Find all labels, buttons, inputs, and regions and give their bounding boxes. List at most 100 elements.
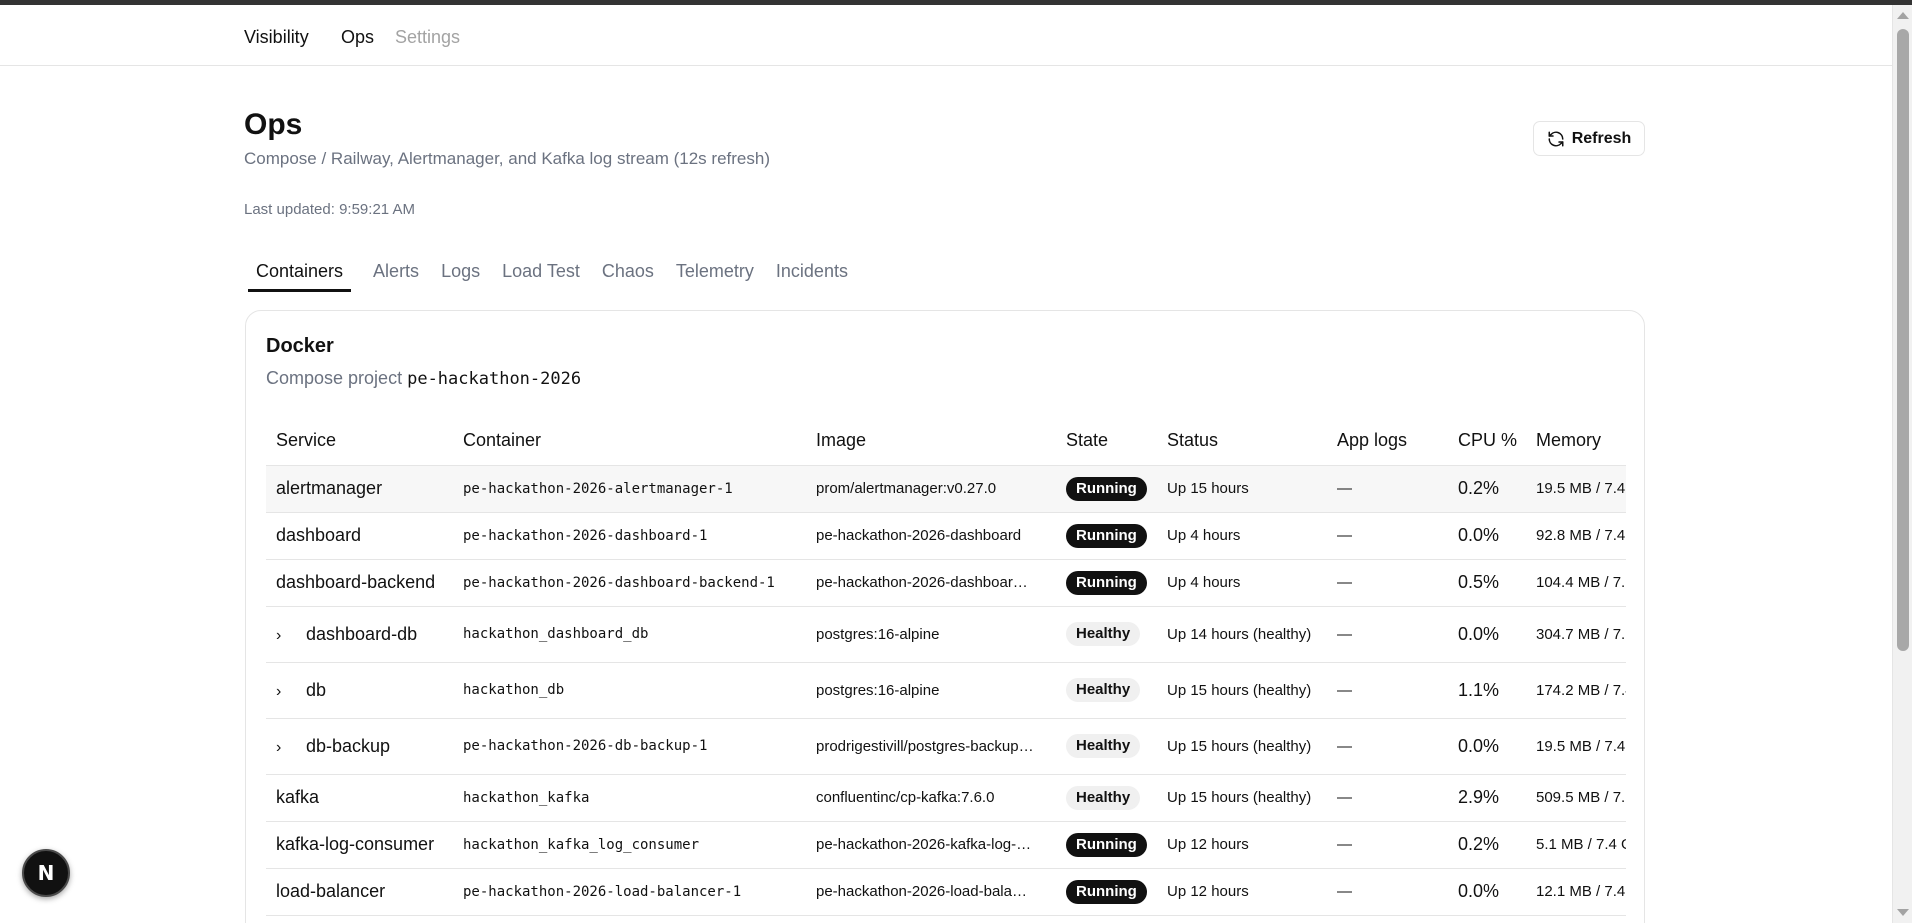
page-subtitle: Compose / Railway, Alertmanager, and Kaf… [244, 149, 770, 168]
nextjs-devtools-button[interactable]: N [22, 849, 70, 897]
cell-image: postgres:16-alpine [806, 662, 1056, 719]
scroll-up-arrow-icon[interactable] [1897, 12, 1909, 19]
cell-cpu: 0.0% [1448, 606, 1526, 663]
tab-incidents[interactable]: Incidents [776, 258, 848, 292]
cell-container: pe-hackathon-2026-dashboard-1 [453, 512, 806, 560]
tab-load-test[interactable]: Load Test [502, 258, 580, 292]
col-header-app-logs[interactable]: App logs [1327, 417, 1448, 466]
cell-state: Healthy [1056, 662, 1157, 719]
cell-app-logs: — [1327, 662, 1448, 719]
state-badge: Running [1066, 523, 1147, 548]
cell-image: pe-hackathon-2026-kafka-log-… [806, 821, 1056, 869]
compose-project-name: pe-hackathon-2026 [407, 369, 582, 389]
cell-app-logs: — [1327, 606, 1448, 663]
cell-memory: 12.1 MB / 7.4 [1526, 868, 1626, 916]
table-row[interactable]: dashboard pe-hackathon-2026-dashboard-1 pe… [266, 512, 1626, 560]
refresh-button[interactable]: Refresh [1533, 121, 1645, 156]
cell-service: › db [266, 662, 453, 719]
table-row[interactable]: kafka-log-consumer hackathon_kafka_log_co… [266, 821, 1626, 869]
nav-item-visibility[interactable]: Visibility [244, 26, 309, 48]
chevron-right-icon[interactable]: › [266, 683, 306, 701]
cell-cpu: 0.2% [1448, 465, 1526, 513]
cell-state: Running [1056, 512, 1157, 560]
col-header-service[interactable]: Service [266, 417, 453, 466]
col-header-status[interactable]: Status [1157, 417, 1327, 466]
page-scrollbar[interactable] [1892, 5, 1912, 923]
containers-table: Service Container Image State Status App… [266, 417, 1626, 916]
state-badge: Healthy [1066, 734, 1141, 758]
cell-service: dashboard-backend [266, 559, 453, 607]
cell-memory: 5.1 MB / 7.4 G [1526, 821, 1626, 869]
last-updated-text: Last updated: 9:59:21 AM [244, 201, 415, 218]
nav-item-settings[interactable]: Settings [395, 26, 460, 48]
top-nav: Visibility Ops Settings [0, 5, 1892, 66]
table-row[interactable]: load-balancer pe-hackathon-2026-load-bala… [266, 868, 1626, 916]
chevron-right-icon[interactable]: › [266, 739, 306, 757]
cell-app-logs: — [1327, 774, 1448, 822]
tab-logs[interactable]: Logs [441, 258, 480, 292]
cell-state: Running [1056, 465, 1157, 513]
cell-status: Up 15 hours (healthy) [1157, 718, 1327, 775]
table-row[interactable]: › db hackathon_db postgres:16-alpine Healthy… [266, 662, 1626, 719]
cell-service: kafka-log-consumer [266, 821, 453, 869]
nav-item-ops[interactable]: Ops [341, 26, 374, 48]
cell-app-logs: — [1327, 718, 1448, 775]
service-name: kafka-log-consumer [276, 834, 435, 854]
tab-containers[interactable]: Containers [248, 258, 352, 292]
cell-service: dashboard [266, 512, 453, 560]
cell-app-logs: — [1327, 821, 1448, 869]
cell-memory: 104.4 MB / 7. [1526, 559, 1626, 607]
state-badge: Running [1066, 570, 1147, 595]
refresh-label: Refresh [1571, 129, 1632, 147]
cell-image: pe-hackathon-2026-dashboar… [806, 559, 1056, 607]
col-header-memory[interactable]: Memory [1526, 417, 1626, 466]
cell-state: Healthy [1056, 774, 1157, 822]
cell-container: pe-hackathon-2026-dashboard-backend-1 [453, 559, 806, 607]
cell-image: pe-hackathon-2026-load-bala… [806, 868, 1056, 916]
cell-cpu: 1.1% [1448, 662, 1526, 719]
chevron-right-icon[interactable]: › [266, 627, 306, 645]
table-row[interactable]: kafka hackathon_kafka confluentinc/cp-kafk… [266, 774, 1626, 822]
cell-status: Up 15 hours [1157, 465, 1327, 513]
scroll-down-arrow-icon[interactable] [1897, 909, 1909, 916]
cell-memory: 19.5 MB / 7.4 [1526, 465, 1626, 513]
cell-memory: 174.2 MB / 7.4 [1526, 662, 1626, 719]
cell-image: confluentinc/cp-kafka:7.6.0 [806, 774, 1056, 822]
scrollbar-thumb[interactable] [1897, 29, 1909, 651]
table-row[interactable]: dashboard-backend pe-hackathon-2026-dashb… [266, 559, 1626, 607]
ops-tabs: Containers Alerts Logs Load Test Chaos T… [248, 258, 848, 292]
col-header-container[interactable]: Container [453, 417, 806, 466]
state-badge: Running [1066, 832, 1147, 857]
cell-status: Up 12 hours [1157, 868, 1327, 916]
cell-image: postgres:16-alpine [806, 606, 1056, 663]
cell-state: Running [1056, 559, 1157, 607]
docker-card-title: Docker [266, 335, 334, 357]
table-row[interactable]: alertmanager pe-hackathon-2026-alertmanag… [266, 465, 1626, 513]
state-badge: Healthy [1066, 785, 1141, 810]
service-name: dashboard [276, 525, 362, 545]
col-header-state[interactable]: State [1056, 417, 1157, 466]
cell-app-logs: — [1327, 512, 1448, 560]
tab-telemetry[interactable]: Telemetry [676, 258, 754, 292]
cell-app-logs: — [1327, 465, 1448, 513]
cell-container: pe-hackathon-2026-load-balancer-1 [453, 868, 806, 916]
cell-status: Up 4 hours [1157, 512, 1327, 560]
cell-service: › db-backup [266, 718, 453, 775]
cell-service: load-balancer [266, 868, 453, 916]
table-row[interactable]: › dashboard-db hackathon_dashboard_db postg… [266, 606, 1626, 663]
cell-container: hackathon_kafka [453, 774, 806, 822]
cell-container: hackathon_kafka_log_consumer [453, 821, 806, 869]
containers-table-wrap[interactable]: Service Container Image State Status App… [266, 417, 1626, 916]
col-header-cpu[interactable]: CPU % [1448, 417, 1526, 466]
table-row[interactable]: › db-backup pe-hackathon-2026-db-backup-1 p… [266, 718, 1626, 775]
cell-memory: 92.8 MB / 7.4 [1526, 512, 1626, 560]
tab-alerts[interactable]: Alerts [373, 258, 419, 292]
cell-service: alertmanager [266, 465, 453, 513]
tab-chaos[interactable]: Chaos [602, 258, 654, 292]
service-name: dashboard-db [306, 623, 418, 644]
cell-app-logs: — [1327, 868, 1448, 916]
cell-container: hackathon_db [453, 662, 806, 719]
cell-cpu: 0.0% [1448, 512, 1526, 560]
col-header-image[interactable]: Image [806, 417, 1056, 466]
state-badge: Running [1066, 476, 1147, 501]
